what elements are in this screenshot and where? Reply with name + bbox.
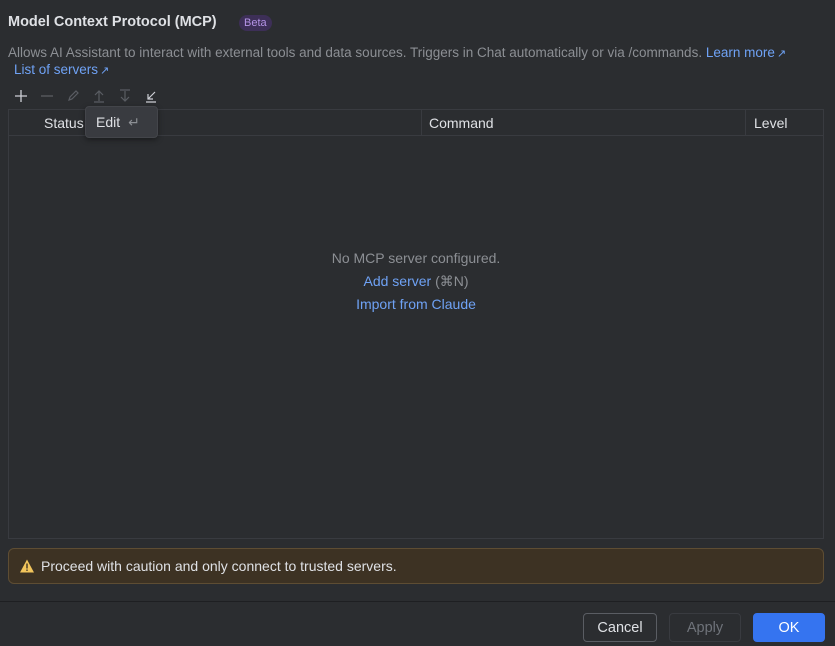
edit-icon xyxy=(68,90,79,101)
move-up-icon xyxy=(94,90,104,103)
warning-text: Proceed with caution and only connect to… xyxy=(41,558,397,574)
column-command[interactable]: Command xyxy=(429,115,494,131)
import-icon xyxy=(146,91,156,103)
description-text: Allows AI Assistant to interact with ext… xyxy=(8,45,703,60)
ok-button[interactable]: OK xyxy=(753,613,825,642)
column-divider xyxy=(745,110,746,135)
add-server-row: Add server (⌘N) xyxy=(9,273,823,290)
list-of-servers-link[interactable]: List of servers ↗ xyxy=(14,62,109,77)
description: Allows AI Assistant to interact with ext… xyxy=(8,45,808,79)
empty-message: No MCP server configured. xyxy=(331,250,501,266)
learn-more-link[interactable]: Learn more ↗ xyxy=(706,45,786,60)
remove-icon xyxy=(41,95,53,97)
move-down-button[interactable] xyxy=(112,84,138,108)
beta-badge: Beta xyxy=(239,15,272,31)
add-icon xyxy=(15,90,27,102)
tooltip-label: Edit xyxy=(96,114,121,130)
import-button[interactable] xyxy=(138,84,164,108)
external-link-icon: ↗ xyxy=(100,65,110,77)
column-divider xyxy=(421,110,422,135)
toolbar xyxy=(8,84,164,108)
servers-table: Status Command Level No MCP server confi… xyxy=(8,109,824,539)
add-server-link[interactable]: Add server xyxy=(363,273,431,289)
page-title: Model Context Protocol (MCP) xyxy=(8,14,217,30)
apply-button[interactable]: Apply xyxy=(669,613,741,642)
column-level[interactable]: Level xyxy=(754,115,787,131)
footer-divider xyxy=(0,601,835,602)
external-link-icon: ↗ xyxy=(776,48,787,60)
cancel-button[interactable]: Cancel xyxy=(583,613,657,642)
add-button[interactable] xyxy=(8,84,34,108)
edit-button[interactable] xyxy=(60,84,86,108)
learn-more-label: Learn more xyxy=(705,45,775,60)
edit-tooltip: Edit ↵ xyxy=(85,106,158,138)
remove-button[interactable] xyxy=(34,84,60,108)
move-down-icon xyxy=(120,89,130,102)
warning-icon xyxy=(20,559,34,573)
add-server-shortcut: (⌘N) xyxy=(435,273,469,289)
caution-banner: Proceed with caution and only connect to… xyxy=(8,548,824,584)
import-from-claude-link[interactable]: Import from Claude xyxy=(356,296,476,312)
move-up-button[interactable] xyxy=(86,84,112,108)
list-of-servers-label: List of servers xyxy=(14,62,99,77)
import-row: Import from Claude xyxy=(9,296,823,312)
enter-key-icon: ↵ xyxy=(128,113,140,130)
column-status[interactable]: Status xyxy=(44,115,84,131)
